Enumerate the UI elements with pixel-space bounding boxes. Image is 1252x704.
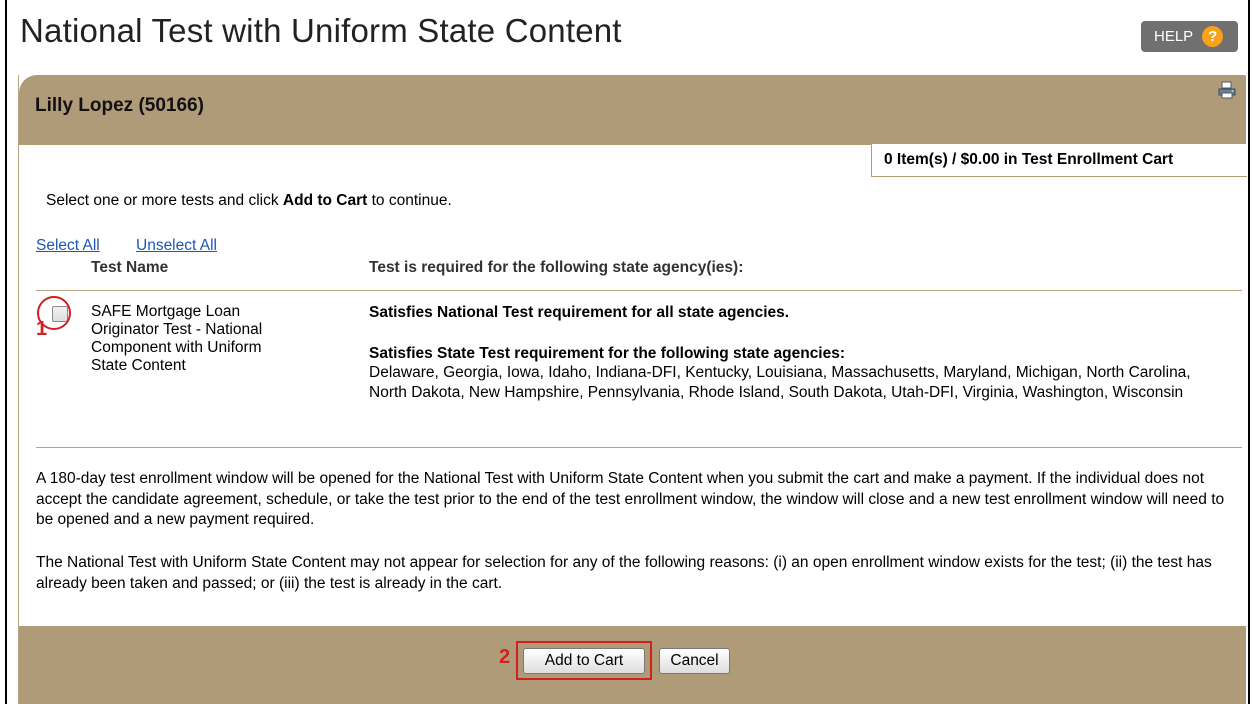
panel-footer: 2 Add to Cart Cancel xyxy=(19,626,1246,704)
step-2-number: 2 xyxy=(499,646,511,668)
person-name: Lilly Lopez (50166) xyxy=(35,95,204,116)
column-header-required-for: Test is required for the following state… xyxy=(369,259,744,276)
enrollment-window-note: A 180-day test enrollment window will be… xyxy=(36,470,1225,528)
page-title: National Test with Uniform State Content xyxy=(20,12,622,49)
header-divider xyxy=(36,290,1242,291)
state-agency-list: Delaware, Georgia, Iowa, Idaho, Indiana-… xyxy=(369,364,1191,401)
help-icon: ? xyxy=(1202,26,1224,47)
row-divider xyxy=(36,447,1242,448)
national-requirement: Satisfies National Test requirement for … xyxy=(369,304,790,321)
help-label: HELP xyxy=(1154,28,1194,45)
instruction-text: Select one or more tests and click Add t… xyxy=(46,192,452,209)
select-all-link[interactable]: Select All xyxy=(36,237,100,255)
state-requirement-title: Satisfies State Test requirement for the… xyxy=(369,345,846,362)
unselect-all-link[interactable]: Unselect All xyxy=(136,237,217,255)
step-1-number: 1 xyxy=(36,318,48,340)
availability-note: The National Test with Uniform State Con… xyxy=(36,554,1212,592)
printer-icon[interactable] xyxy=(1217,80,1237,100)
cancel-button[interactable]: Cancel xyxy=(659,648,730,674)
column-header-test-name: Test Name xyxy=(91,259,169,276)
panel-header: Lilly Lopez (50166) xyxy=(19,75,1246,145)
enrollment-panel: Lilly Lopez (50166) 0 Item(s) / $0.00 in… xyxy=(18,75,1247,704)
add-to-cart-button[interactable]: Add to Cart xyxy=(523,648,645,674)
cart-summary: 0 Item(s) / $0.00 in Test Enrollment Car… xyxy=(871,144,1247,177)
help-button[interactable]: HELP ? xyxy=(1141,21,1238,52)
test-name: SAFE Mortgage Loan Originator Test - Nat… xyxy=(91,303,263,374)
